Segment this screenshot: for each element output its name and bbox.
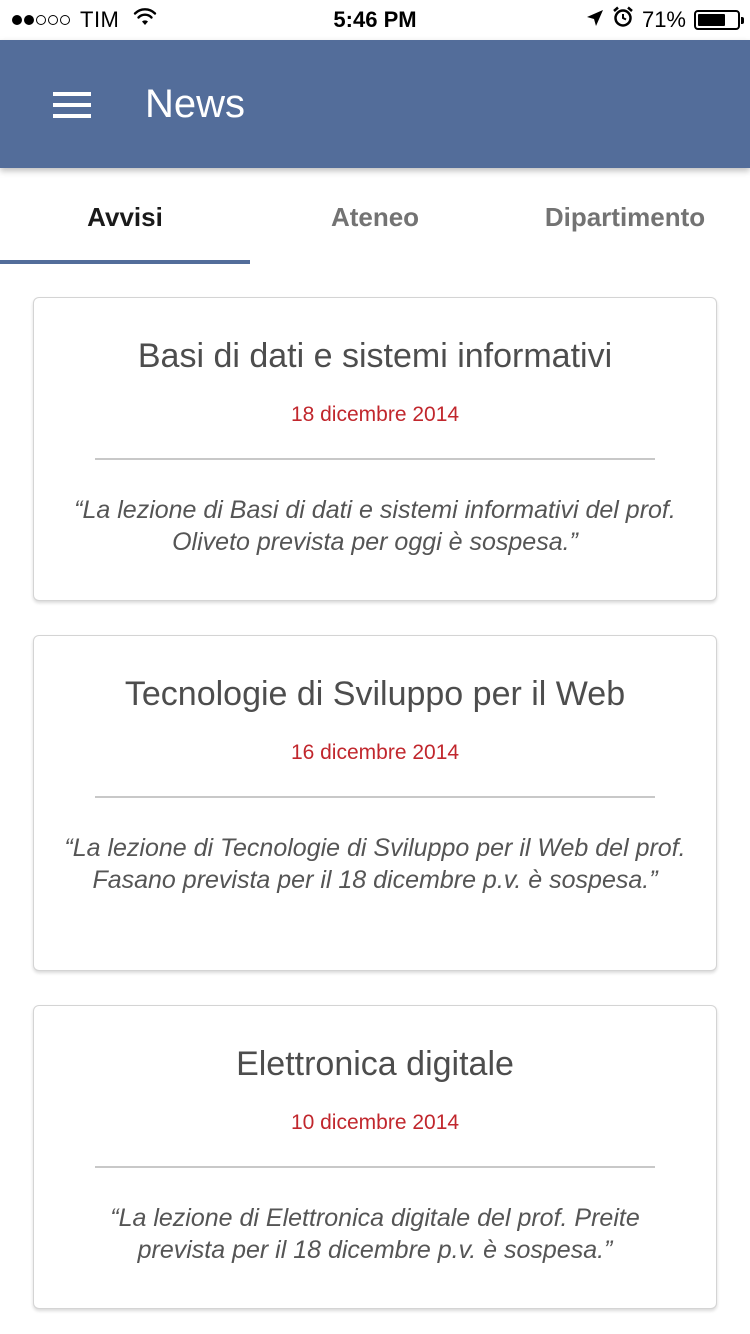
battery-icon bbox=[694, 10, 744, 30]
battery-percent: 71% bbox=[641, 7, 686, 32]
news-body: “La lezione di Tecnologie di Sviluppo pe… bbox=[64, 834, 686, 894]
app-bar: News bbox=[0, 40, 750, 168]
hamburger-menu-icon bbox=[53, 92, 91, 118]
divider bbox=[95, 796, 655, 798]
news-date: 10 dicembre 2014 bbox=[290, 1111, 460, 1134]
tab-avvisi[interactable]: Avvisi bbox=[0, 168, 250, 264]
tab-bar: Avvisi Ateneo Dipartimento bbox=[0, 168, 750, 264]
divider bbox=[95, 458, 655, 460]
news-card[interactable]: Basi di dati e sistemi informativi 18 di… bbox=[33, 297, 717, 601]
status-bar: TIM 5:46 PM 71% bbox=[0, 0, 750, 40]
news-card[interactable]: Elettronica digitale 10 dicembre 2014 “L… bbox=[33, 1005, 717, 1309]
news-title: Tecnologie di Sviluppo per il Web bbox=[124, 675, 626, 713]
battery-level-fill bbox=[698, 14, 725, 26]
status-bar-right: 71% bbox=[578, 6, 744, 34]
menu-button[interactable] bbox=[44, 82, 100, 128]
news-body: “La lezione di Basi di dati e sistemi in… bbox=[74, 496, 676, 556]
news-date: 18 dicembre 2014 bbox=[290, 403, 460, 426]
tab-ateneo[interactable]: Ateneo bbox=[250, 168, 500, 264]
news-title: Elettronica digitale bbox=[236, 1045, 514, 1083]
alarm-icon bbox=[612, 6, 634, 34]
divider bbox=[95, 1166, 655, 1168]
news-body: “La lezione di Elettronica digitale del … bbox=[110, 1204, 640, 1264]
news-title: Basi di dati e sistemi informativi bbox=[137, 337, 613, 375]
location-arrow-icon bbox=[586, 7, 604, 33]
news-date: 16 dicembre 2014 bbox=[290, 741, 460, 764]
page-title: News bbox=[145, 82, 246, 126]
tab-dipartimento[interactable]: Dipartimento bbox=[500, 168, 750, 264]
news-card[interactable]: Tecnologie di Sviluppo per il Web 16 dic… bbox=[33, 635, 717, 971]
